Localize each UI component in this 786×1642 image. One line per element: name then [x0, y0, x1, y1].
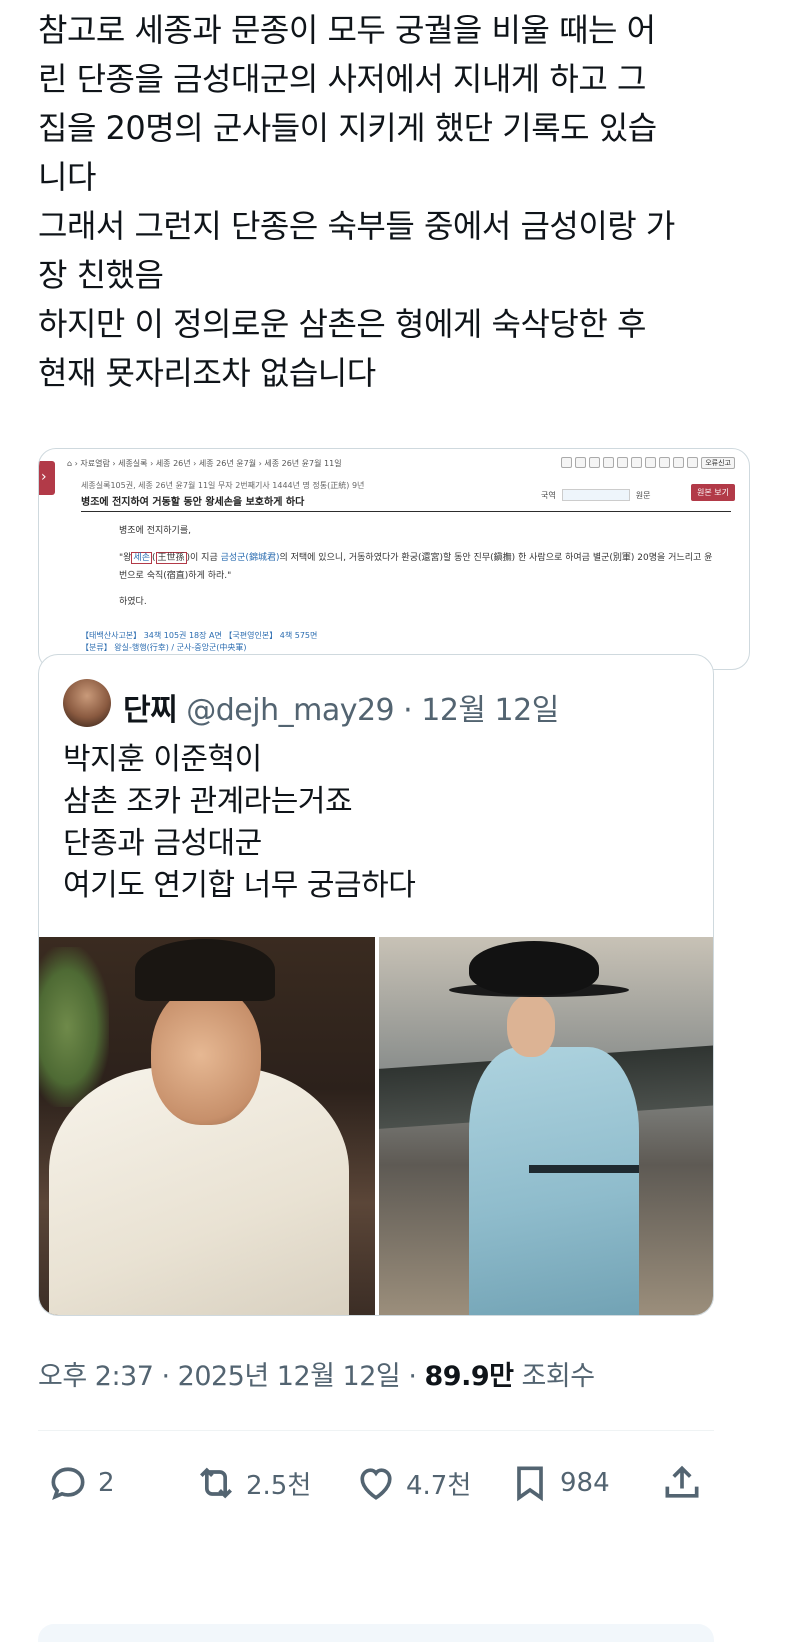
quoted-line: 삼촌 조카 관계라는거죠 [63, 784, 353, 819]
retweet-count: 2.5천 [246, 1470, 312, 1501]
toolbar-icon [575, 457, 587, 468]
share-icon [665, 1465, 699, 1498]
text-span: "왕 [119, 553, 132, 563]
original-view-button: 원본 보기 [691, 484, 735, 501]
toolbar-icon [645, 457, 657, 468]
photo-detail [507, 995, 555, 1057]
doc-paragraph: "왕 세손(王世孫)이 지금 금성군(錦城君)의 저택에 있으니, 거동하였다가 … [119, 549, 719, 585]
doc-title: 병조에 전지하여 거동할 동안 왕세손을 보호하게 하다 [81, 497, 305, 508]
user-handle[interactable]: @dejh_may29 [186, 693, 394, 728]
quoted-tweet-text: 박지훈 이준혁이 삼촌 조카 관계라는거죠 단종과 금성대군 여기도 연기합 너… [63, 739, 416, 907]
heart-icon [360, 1468, 392, 1500]
quoted-date[interactable]: 12월 12일 [421, 693, 559, 728]
quoted-media [39, 937, 713, 1315]
display-name[interactable]: 단찌 [123, 693, 178, 728]
text-span: )이 지금 [186, 553, 221, 563]
text-span: ( [151, 553, 156, 563]
share-button[interactable] [660, 1448, 704, 1518]
quoted-line: 단종과 금성대군 [63, 826, 262, 861]
toolbar-icon [673, 457, 685, 468]
divider [38, 1430, 714, 1431]
reply-button[interactable]: 2 [46, 1448, 115, 1518]
photo-right[interactable] [379, 937, 713, 1315]
tweet-line: 하지만 이 정의로운 삼촌은 형에게 숙삭당한 후 [38, 305, 646, 343]
doc-lang-selector: 국역 원문 [541, 489, 650, 501]
like-button[interactable]: 4.7천 [354, 1448, 471, 1518]
photo-detail [469, 941, 599, 995]
photo-detail [39, 947, 109, 1107]
doc-footnote: 【분류】 왕실-행행(行幸) / 군사-중앙군(中央軍) [81, 643, 247, 652]
doc-toolbar: 오류신고 [561, 457, 735, 469]
tweet-line: 장 친했음 [38, 256, 164, 294]
views-count: 89.9만 [424, 1361, 514, 1392]
toolbar-icon [631, 457, 643, 468]
lang-box [561, 489, 630, 501]
highlight-text: 王世孫 [155, 552, 187, 564]
toolbar-icon [603, 457, 615, 468]
timestamp-text[interactable]: 오후 2:37 · 2025년 12월 12일 · [38, 1361, 425, 1392]
photo-detail [469, 1047, 639, 1315]
doc-breadcrumb: ⌂ › 자료열람 › 세종실록 › 세종 26년 › 세종 26년 윤7월 › … [67, 459, 342, 468]
toolbar-icon [589, 457, 601, 468]
toolbar-icon [617, 457, 629, 468]
photo-detail [151, 985, 261, 1125]
orig-label: 원문 [635, 490, 651, 500]
doc-meta: 세종실록105권, 세종 26년 윤7월 11일 무자 2번째기사 1444년 … [81, 481, 365, 490]
divider [81, 511, 731, 512]
tweet-line: 참고로 세종과 문종이 모두 궁궐을 비울 때는 어 [38, 11, 656, 49]
chevron-right-icon: › [41, 469, 47, 485]
doc-footnote: 【태백산사고본】 34책 105권 18장 A면 【국편영인본】 4책 575면 [81, 631, 318, 640]
doc-paragraph: 하였다. [119, 597, 147, 607]
tweet-line: 집을 20명의 군사들이 지키게 했단 기록도 있습 [38, 109, 657, 147]
photo-detail [135, 939, 275, 1001]
tweet-line: 그래서 그런지 단종은 숙부들 중에서 금성이랑 가 [38, 207, 675, 245]
tweet-text: 참고로 세종과 문종이 모두 궁궐을 비울 때는 어 린 단종을 금성대군의 사… [38, 6, 758, 398]
reply-icon [51, 1467, 85, 1501]
quoted-line: 여기도 연기합 너무 궁금하다 [63, 868, 416, 903]
views-label: 조회수 [513, 1361, 596, 1392]
tweet-line: 린 단종을 금성대군의 사저에서 지내게 하고 그 [38, 60, 646, 98]
like-count: 4.7천 [406, 1470, 472, 1501]
tweet-line: 현재 묫자리조차 없습니다 [38, 354, 376, 392]
retweet-icon [200, 1467, 232, 1499]
quoted-line: 박지훈 이준혁이 [63, 742, 262, 777]
tweet-line: 니다 [38, 158, 96, 196]
toolbar-icon [561, 457, 573, 468]
retweet-button[interactable]: 2.5천 [194, 1448, 311, 1518]
bookmark-button[interactable]: 984 [508, 1448, 610, 1518]
lang-label: 국역 [541, 490, 556, 500]
quoted-tweet[interactable]: 단찌 @dejh_may29 · 12월 12일 박지훈 이준혁이 삼촌 조카 … [38, 654, 714, 1316]
reply-count: 2 [98, 1468, 115, 1498]
bookmark-count: 984 [560, 1468, 610, 1498]
highlight-text: 금성군(錦城君) [220, 553, 280, 563]
quoted-tweet-header: 단찌 @dejh_may29 · 12월 12일 [123, 685, 559, 729]
photo-detail [529, 1165, 639, 1173]
avatar[interactable] [63, 679, 111, 727]
highlight-text: 세손 [131, 552, 152, 564]
bookmark-icon [517, 1466, 543, 1502]
action-bar: 2 2.5천 4.7천 984 [38, 1448, 714, 1518]
reply-input-area[interactable] [38, 1624, 714, 1642]
toolbar-icon [687, 457, 699, 468]
separator: · [394, 693, 422, 728]
photo-left[interactable] [39, 937, 375, 1315]
side-tab: › [39, 461, 55, 495]
toolbar-icon [659, 457, 671, 468]
tweet-timestamp: 오후 2:37 · 2025년 12월 12일 · 89.9만 조회수 [38, 1354, 595, 1393]
doc-paragraph: 병조에 전지하기를, [119, 526, 191, 536]
attached-document-image[interactable]: › ⌂ › 자료열람 › 세종실록 › 세종 26년 › 세종 26년 윤7월 … [38, 448, 750, 670]
report-label: 오류신고 [701, 457, 735, 469]
